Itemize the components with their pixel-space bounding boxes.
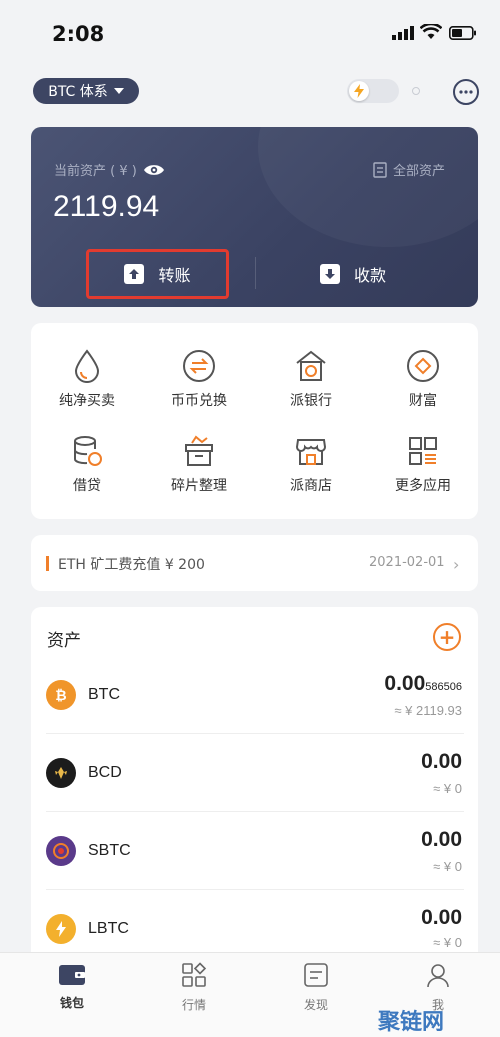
receive-label: 收款 (354, 266, 387, 285)
diamond-icon (407, 350, 439, 382)
row-divider (46, 811, 464, 812)
current-assets-label: 当前资产 ( ¥ ) (54, 160, 165, 179)
nav-wallet[interactable]: 钱包 (32, 962, 112, 1011)
row-divider (46, 733, 464, 734)
status-time: 2:08 (52, 22, 105, 46)
asset-row-lbtc[interactable] (31, 894, 478, 952)
lightning-toggle[interactable] (347, 79, 399, 103)
transfer-button[interactable]: 转账 (86, 249, 229, 299)
exchange-icon (183, 350, 215, 382)
chevron-right-icon: › (453, 555, 460, 574)
store-icon (295, 439, 327, 465)
feature-pure-trade[interactable]: 纯净买卖 (32, 348, 142, 410)
receive-button[interactable]: 收款 (320, 262, 386, 286)
eye-icon[interactable] (143, 163, 165, 177)
nav-label: 发现 (303, 998, 328, 1012)
nav-discover[interactable]: 发现 (276, 962, 356, 1013)
feature-more-apps[interactable]: 更多应用 (368, 433, 478, 495)
notice-text: ETH 矿工费充值 ¥ 200 (58, 557, 205, 573)
feature-label: 币币兑换 (171, 393, 227, 409)
feature-label: 借贷 (73, 478, 101, 494)
box-icon (185, 435, 213, 466)
feature-coin-exchange[interactable]: 币币兑换 (144, 348, 254, 410)
feature-label: 派银行 (290, 393, 332, 409)
lightning-icon (349, 81, 369, 101)
document-icon (373, 161, 387, 178)
database-icon (74, 436, 102, 466)
feature-fragment[interactable]: 碎片整理 (144, 433, 254, 495)
nav-label: 钱包 (59, 996, 84, 1010)
feature-label: 更多应用 (395, 478, 451, 494)
assets-title: 资产 (47, 631, 81, 651)
system-selector-label: BTC 体系 (48, 84, 108, 100)
market-icon (182, 962, 207, 987)
signal-icon (392, 26, 414, 40)
feature-label: 财富 (409, 393, 437, 409)
bank-icon (296, 350, 326, 381)
discover-icon (304, 963, 328, 987)
balance-value: 2119.94 (53, 190, 160, 223)
all-assets-label: 全部资产 (393, 164, 446, 179)
status-dot-icon (412, 87, 420, 95)
notice-date: 2021-02-01 (369, 555, 445, 570)
transfer-label: 转账 (158, 266, 191, 285)
asset-row-sbtc[interactable] (31, 816, 478, 889)
watermark-logo: 聚链网 (378, 1010, 445, 1035)
wifi-icon (420, 24, 442, 39)
feature-label: 纯净买卖 (59, 393, 115, 409)
system-selector[interactable]: BTC 体系 (33, 78, 139, 104)
caret-down-icon (113, 88, 124, 94)
notice-accent (46, 556, 49, 571)
all-assets-link[interactable]: 全部资产 (373, 160, 445, 179)
chat-icon[interactable] (452, 78, 480, 106)
feature-wealth[interactable]: 财富 (368, 348, 478, 410)
nav-market[interactable]: 行情 (154, 962, 234, 1013)
apps-icon (409, 437, 437, 465)
nav-label: 行情 (181, 998, 206, 1012)
card-divider (255, 257, 256, 289)
add-asset-button[interactable]: + (433, 623, 461, 651)
feature-label: 碎片整理 (171, 478, 227, 494)
droplet-icon (74, 349, 100, 383)
asset-row-btc[interactable] (31, 660, 478, 733)
row-divider (46, 889, 464, 890)
download-icon (320, 264, 340, 284)
asset-row-bcd[interactable] (31, 738, 478, 811)
feature-lending[interactable]: 借贷 (32, 433, 142, 495)
battery-icon (449, 26, 476, 40)
feature-pai-bank[interactable]: 派银行 (256, 348, 366, 410)
wallet-icon (59, 965, 85, 985)
feature-pai-store[interactable]: 派商店 (256, 433, 366, 495)
current-assets-text: 当前资产 ( ¥ ) (54, 164, 137, 179)
feature-label: 派商店 (290, 478, 332, 494)
upload-icon (124, 264, 145, 284)
profile-icon (427, 964, 449, 988)
